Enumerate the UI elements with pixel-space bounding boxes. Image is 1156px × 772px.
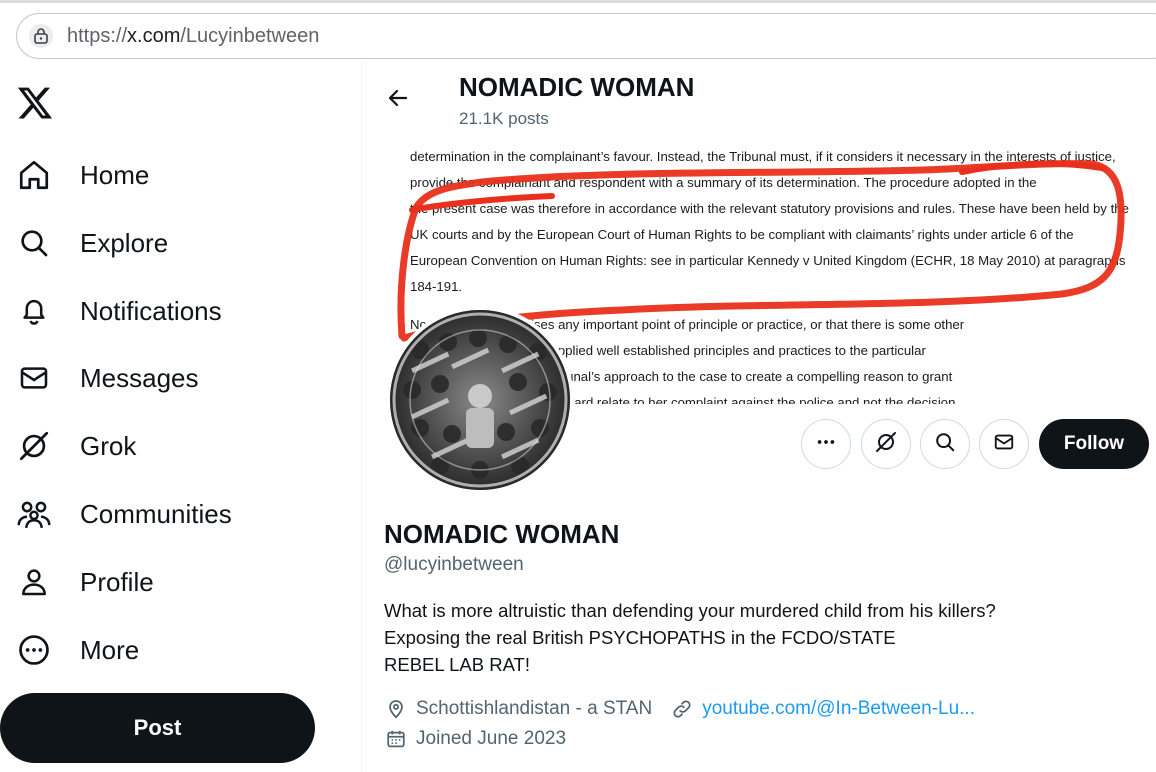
search-icon	[16, 225, 52, 261]
nav-label: Communities	[80, 498, 232, 529]
left-navigation: Home Explore Notifications Messages Grok…	[0, 62, 362, 772]
nav-explore[interactable]: Explore	[16, 218, 168, 268]
profile-joined-date: Joined June 2023	[416, 728, 567, 749]
message-button[interactable]	[979, 419, 1029, 469]
nav-label: Notifications	[80, 295, 222, 326]
nav-grok[interactable]: Grok	[16, 421, 136, 471]
site-info-icon[interactable]	[29, 24, 53, 48]
posts-count: 21.1K posts	[459, 109, 549, 128]
profile-location: Schottishlandistan - a STAN	[416, 698, 653, 719]
nav-label: Explore	[80, 227, 169, 258]
bio-line: Exposing the real British PSYCHOPATHS in…	[384, 627, 896, 648]
profile-joined-row: Joined June 2023	[384, 725, 566, 753]
nav-communities[interactable]: Communities	[16, 489, 232, 539]
x-logo-icon[interactable]	[16, 84, 54, 122]
header-title: NOMADIC WOMAN	[459, 72, 695, 102]
envelope-icon	[993, 431, 1015, 458]
follow-button[interactable]: Follow	[1039, 419, 1149, 469]
nav-label: Profile	[80, 566, 154, 597]
link-icon	[670, 697, 694, 721]
nav-notifications[interactable]: Notifications	[16, 286, 222, 336]
location-pin-icon	[384, 697, 408, 721]
nav-profile[interactable]: Profile	[16, 557, 154, 607]
nav-home[interactable]: Home	[16, 150, 149, 200]
person-icon	[16, 564, 52, 600]
address-bar[interactable]: https://x.com/Lucyinbetween	[16, 13, 1156, 59]
nav-more[interactable]: More	[16, 625, 139, 675]
url-text[interactable]: https://x.com/Lucyinbetween	[67, 25, 319, 48]
bell-icon	[16, 293, 52, 329]
post-button[interactable]: Post	[0, 693, 315, 763]
bio-line: REBEL LAB RAT!	[384, 654, 530, 675]
nav-label: More	[80, 634, 140, 665]
grok-button[interactable]	[861, 419, 911, 469]
profile-bio: What is more altruistic than defending y…	[384, 597, 996, 678]
browser-toolbar: https://x.com/Lucyinbetween	[0, 0, 1156, 62]
search-profile-button[interactable]	[920, 419, 970, 469]
envelope-icon	[16, 360, 52, 396]
more-button[interactable]	[801, 419, 851, 469]
back-arrow-icon[interactable]	[382, 82, 414, 114]
nav-label: Home	[80, 159, 150, 190]
profile-header: NOMADIC WOMAN 21.1K posts	[362, 62, 1156, 134]
nav-label: Grok	[80, 430, 137, 461]
profile-handle: @lucyinbetween	[384, 554, 524, 575]
profile-website-link[interactable]: youtube.com/@In-Between-Lu...	[702, 698, 975, 720]
communities-icon	[16, 496, 52, 532]
search-icon	[934, 431, 956, 458]
nav-messages[interactable]: Messages	[16, 353, 199, 403]
grok-icon	[16, 428, 52, 464]
grok-icon	[874, 430, 898, 459]
profile-name: NOMADIC WOMAN	[384, 519, 620, 549]
profile-avatar[interactable]	[386, 306, 574, 494]
more-circle-icon	[16, 632, 52, 668]
calendar-icon	[384, 727, 408, 751]
home-icon	[16, 157, 52, 193]
more-icon	[815, 431, 837, 458]
nav-label: Messages	[80, 362, 199, 393]
profile-column: NOMADIC WOMAN 21.1K posts determination …	[362, 62, 1156, 772]
profile-meta-row: Schottishlandistan - a STAN youtube.com/…	[384, 695, 975, 723]
bio-line: What is more altruistic than defending y…	[384, 600, 996, 621]
